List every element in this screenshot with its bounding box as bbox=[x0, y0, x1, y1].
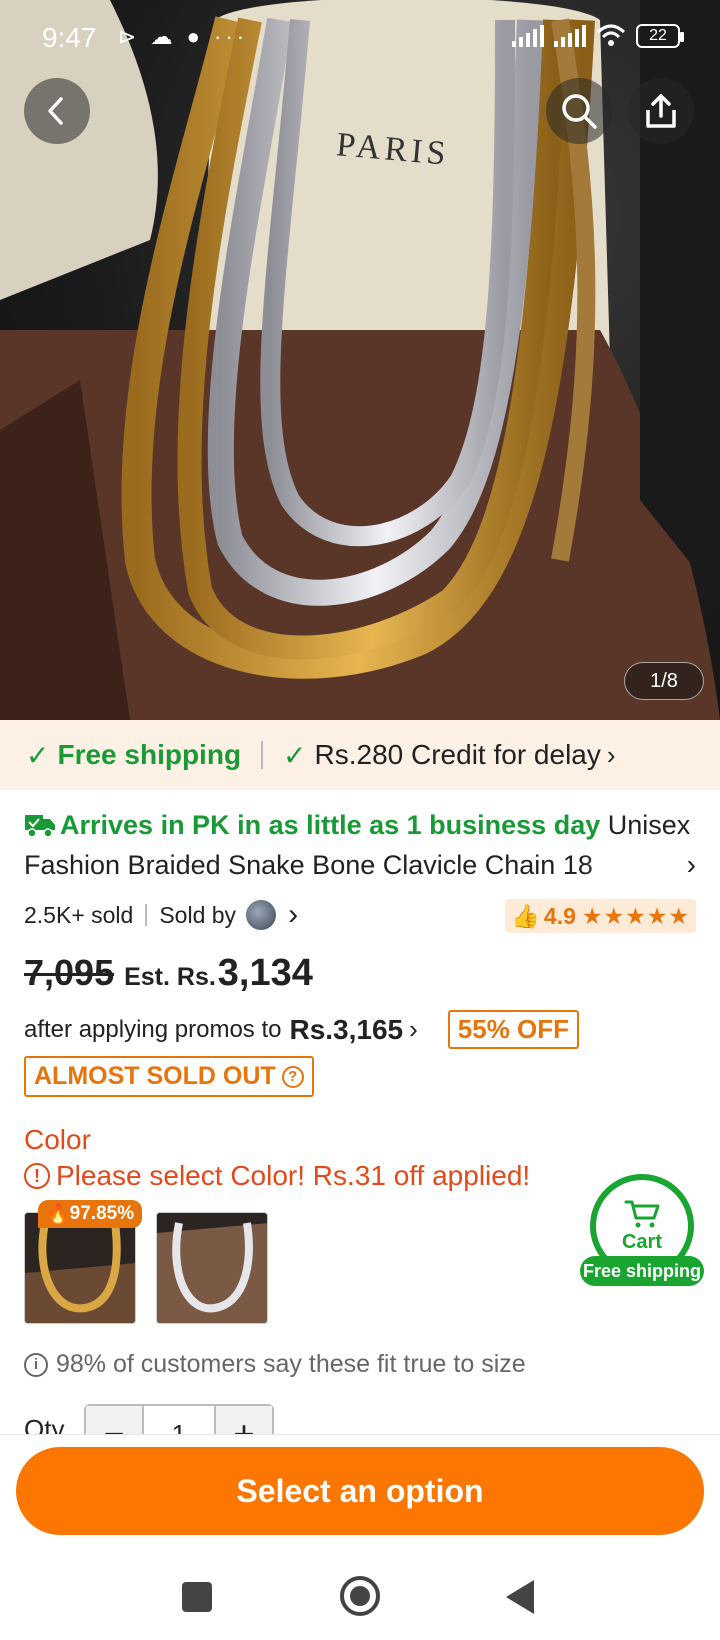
bottom-bar: Select an option bbox=[0, 1434, 720, 1554]
est-label: Est. Rs. bbox=[124, 963, 216, 991]
meta-row: 2.5K+ sold Sold by › 👍 4.9 ★★★★★ bbox=[24, 895, 696, 935]
chevron-right-icon: › bbox=[686, 849, 696, 880]
select-option-button[interactable]: Select an option bbox=[16, 1447, 704, 1535]
rating-badge[interactable]: 👍 4.9 ★★★★★ bbox=[505, 899, 696, 933]
product-title[interactable]: Arrives in PK in as little as 1 business… bbox=[24, 805, 696, 885]
color-label: Color bbox=[24, 1124, 91, 1155]
color-warning-text: Please select Color! Rs.31 off applied! bbox=[56, 1160, 531, 1191]
delay-credit-item[interactable]: ✓ Rs.280 Credit for delay › bbox=[283, 739, 616, 772]
product-image[interactable]: PARIS bbox=[0, 0, 720, 720]
divider bbox=[145, 904, 148, 926]
system-nav-bar bbox=[0, 1554, 720, 1640]
original-price: 7,095 bbox=[24, 952, 115, 993]
color-swatch-gold[interactable] bbox=[24, 1212, 136, 1324]
popularity-value: 97.85% bbox=[69, 1203, 135, 1224]
signal-icon bbox=[512, 25, 544, 47]
cart-icon bbox=[624, 1200, 660, 1227]
notification-icons: ⊳ ☁ ● ··· bbox=[118, 24, 249, 49]
promo-text: after applying promos to bbox=[24, 1015, 282, 1043]
check-icon: ✓ bbox=[26, 739, 50, 771]
cart-free-shipping: Free shipping bbox=[580, 1256, 704, 1286]
color-swatch-silver[interactable] bbox=[156, 1212, 268, 1324]
flame-icon: 🔥 bbox=[46, 1204, 70, 1225]
discount-badge: 55% OFF bbox=[447, 1010, 580, 1049]
quantity-stepper[interactable]: − 1 + bbox=[84, 1404, 274, 1434]
battery-icon: 22 bbox=[636, 24, 684, 48]
rating-value: 4.9 bbox=[543, 902, 576, 929]
question-icon: ? bbox=[281, 1065, 304, 1088]
qty-minus-button[interactable]: − bbox=[86, 1406, 142, 1434]
product-page: PARIS 9:47 ⊳ ☁ ● ··· 22 1/8 ✓ Free shipp… bbox=[0, 0, 720, 1640]
cart-label: Cart bbox=[621, 1230, 662, 1253]
alert-icon: ! bbox=[24, 1163, 50, 1189]
free-shipping-item: ✓ Free shipping bbox=[0, 739, 241, 772]
home-icon[interactable] bbox=[340, 1576, 380, 1616]
sold-count: 2.5K+ sold bbox=[24, 901, 134, 928]
qty-value[interactable]: 1 bbox=[142, 1406, 216, 1434]
divider bbox=[261, 741, 264, 769]
promo-row[interactable]: after applying promos to Rs.3,165 › 55% … bbox=[24, 1010, 580, 1049]
cart-button[interactable]: Cart Free shipping bbox=[580, 1174, 704, 1288]
quantity-row: Qty − 1 + bbox=[24, 1404, 704, 1434]
share-icon bbox=[646, 94, 676, 128]
soldout-label: ALMOST SOLD OUT bbox=[34, 1062, 276, 1090]
delay-credit-label: Rs.280 Credit for delay bbox=[314, 739, 601, 770]
chevron-right-icon: › bbox=[288, 898, 299, 931]
status-bar: 9:47 ⊳ ☁ ● ··· 22 bbox=[0, 0, 720, 76]
back-button[interactable] bbox=[24, 78, 90, 144]
price-row: 7,095 Est. Rs. 3,134 bbox=[24, 952, 313, 995]
search-icon bbox=[562, 94, 597, 129]
shipping-strip[interactable]: ✓ Free shipping ✓ Rs.280 Credit for dela… bbox=[0, 720, 720, 790]
color-warning: ! Please select Color! Rs.31 off applied… bbox=[24, 1160, 530, 1192]
search-button[interactable] bbox=[546, 78, 612, 144]
info-icon: i bbox=[24, 1352, 48, 1377]
thumbs-up-icon: 👍 bbox=[511, 902, 540, 929]
title-text-part2: Fashion Braided Snake Bone Clavicle Chai… bbox=[24, 845, 644, 885]
sold-by-label: Sold by bbox=[159, 901, 237, 928]
est-price: 3,134 bbox=[217, 952, 313, 994]
popularity-badge: 🔥 97.85% bbox=[38, 1200, 143, 1228]
back-triangle-icon[interactable] bbox=[506, 1580, 534, 1614]
fit-info: i 98% of customers say these fit true to… bbox=[24, 1350, 526, 1379]
arrives-text: Arrives in PK in as little as 1 business… bbox=[60, 810, 601, 840]
seller-avatar bbox=[246, 900, 277, 930]
chevron-left-icon bbox=[48, 97, 63, 125]
star-icons: ★★★★★ bbox=[581, 902, 690, 929]
wifi-icon bbox=[596, 24, 626, 46]
qty-label: Qty bbox=[24, 1414, 65, 1434]
chevron-right-icon: › bbox=[409, 1014, 418, 1044]
promo-price: Rs.3,165 bbox=[289, 1013, 404, 1045]
check-icon: ✓ bbox=[283, 739, 307, 771]
free-shipping-label: Free shipping bbox=[57, 739, 242, 770]
image-counter: 1/8 bbox=[624, 662, 704, 700]
truck-icon bbox=[25, 815, 55, 838]
chevron-right-icon: › bbox=[606, 739, 616, 770]
fit-text: 98% of customers say these fit true to s… bbox=[56, 1350, 526, 1378]
title-row-1: Arrives in PK in as little as 1 business… bbox=[24, 805, 696, 845]
signal-2-icon bbox=[554, 25, 586, 47]
sold-by-link[interactable]: Sold by › bbox=[159, 898, 298, 932]
recent-apps-icon[interactable] bbox=[182, 1582, 212, 1612]
qty-plus-button[interactable]: + bbox=[216, 1406, 272, 1434]
share-button[interactable] bbox=[628, 78, 694, 144]
almost-sold-out-badge[interactable]: ALMOST SOLD OUT ? bbox=[24, 1056, 314, 1097]
title-text-part1: Unisex bbox=[607, 810, 691, 840]
status-time: 9:47 bbox=[42, 22, 97, 53]
status-right-icons: 22 bbox=[512, 24, 684, 48]
